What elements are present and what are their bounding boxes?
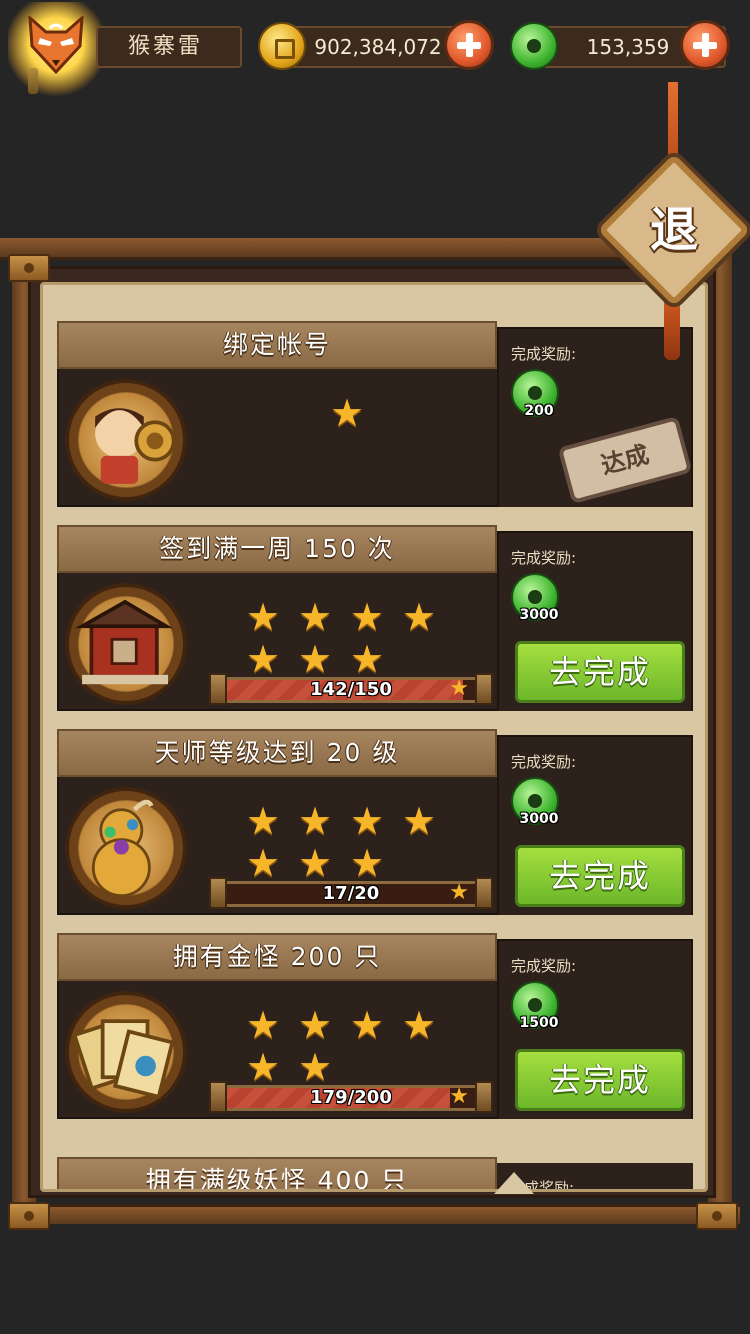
player-name: 猴寨雷 xyxy=(96,26,242,68)
star-icon: ★ xyxy=(245,1003,281,1047)
character-portrait-icon xyxy=(65,379,187,501)
reward-amount: 3000 xyxy=(519,607,559,623)
progress-bar: 179/200 ★ xyxy=(209,1081,493,1113)
gourd-icon xyxy=(65,787,187,909)
star-icon: ★ xyxy=(349,841,385,885)
star-icon: ★ xyxy=(245,841,281,885)
star-icon: ★ xyxy=(297,595,333,639)
beam-cap xyxy=(8,254,50,282)
star-icon: ★ xyxy=(349,637,385,681)
top-beam xyxy=(0,238,705,260)
progress-label: 179/200 xyxy=(310,1087,392,1108)
jade-icon xyxy=(510,22,558,70)
task-title: 拥有满级妖怪 400 只 xyxy=(57,1157,497,1189)
monster-cards-icon xyxy=(65,991,187,1113)
difficulty-stars: ★ ★ ★ ★★ ★ xyxy=(237,1005,457,1089)
star-icon: ★ xyxy=(297,841,333,885)
top-bar: 猴寨雷 902,384,072 153,359 xyxy=(0,0,750,100)
exit-tassel xyxy=(664,296,680,360)
task-card: 完成奖励: 3000 签到满一周 150 次 ★ ★ ★ ★★ ★ ★ 142/… xyxy=(57,525,693,711)
task-title: 拥有金怪 200 只 xyxy=(57,933,497,981)
reward-amount: 3000 xyxy=(519,811,559,827)
star-icon: ★ xyxy=(329,391,365,435)
star-icon: ★ xyxy=(349,595,385,639)
fox-mask-icon xyxy=(28,16,84,74)
task-list: 完成奖励: 200 绑定帐号 ★ 达成 完成奖励: 3000 签到满一周 150… xyxy=(57,321,697,1137)
task-card-partial: 拥有满级妖怪 400 只 完成奖励: xyxy=(57,1157,697,1189)
star-icon: ★ xyxy=(245,1045,281,1089)
task-title: 天师等级达到 20 级 xyxy=(57,729,497,777)
star-icon: ★ xyxy=(401,799,437,843)
progress-bar: 17/20 ★ xyxy=(209,877,493,909)
jade-counter: 153,359 xyxy=(510,18,740,74)
task-title: 签到满一周 150 次 xyxy=(57,525,497,573)
task-card: 完成奖励: 200 绑定帐号 ★ 达成 xyxy=(57,321,693,507)
beam-cap xyxy=(696,1202,738,1230)
star-icon: ★ xyxy=(245,595,281,639)
star-icon: ★ xyxy=(349,1003,385,1047)
star-icon: ★ xyxy=(401,595,437,639)
star-icon: ★ xyxy=(401,1003,437,1047)
add-coins-button[interactable] xyxy=(444,20,494,70)
temple-gate-icon xyxy=(65,583,187,705)
go-complete-button[interactable]: 去完成 xyxy=(515,845,685,907)
star-icon: ★ xyxy=(297,799,333,843)
bottom-beam xyxy=(20,1204,740,1224)
beam-cap xyxy=(8,1202,50,1230)
progress-star-icon: ★ xyxy=(449,1084,469,1109)
reward-label: 完成奖励: xyxy=(511,549,577,567)
progress-label: 142/150 xyxy=(310,679,392,700)
star-icon: ★ xyxy=(297,1045,333,1089)
star-icon: ★ xyxy=(245,799,281,843)
gold-coin-icon xyxy=(258,22,306,70)
player-avatar[interactable] xyxy=(8,2,104,98)
go-complete-button[interactable]: 去完成 xyxy=(515,641,685,703)
reward-label: 完成奖励: xyxy=(511,957,577,975)
star-icon: ★ xyxy=(245,637,281,681)
scroll-indicator-icon xyxy=(494,1172,534,1194)
exit-button-label[interactable]: 退 xyxy=(620,176,728,284)
task-card: 完成奖励: 3000 天师等级达到 20 级 ★ ★ ★ ★★ ★ ★ 17/2… xyxy=(57,729,693,915)
task-list-panel[interactable]: 完成奖励: 200 绑定帐号 ★ 达成 完成奖励: 3000 签到满一周 150… xyxy=(40,282,708,1192)
task-title: 绑定帐号 xyxy=(57,321,497,369)
task-card: 完成奖励: 1500 拥有金怪 200 只 ★ ★ ★ ★★ ★ 179/200… xyxy=(57,933,693,1119)
reward-label: 完成奖励: xyxy=(511,753,577,771)
star-icon: ★ xyxy=(297,1003,333,1047)
avatar-tassel xyxy=(28,68,38,94)
difficulty-stars: ★ xyxy=(321,393,541,435)
progress-star-icon: ★ xyxy=(449,880,469,905)
add-jade-button[interactable] xyxy=(680,20,730,70)
reward-amount: 1500 xyxy=(519,1015,559,1031)
progress-bar: 142/150 ★ xyxy=(209,673,493,705)
star-icon: ★ xyxy=(297,637,333,681)
progress-star-icon: ★ xyxy=(449,676,469,701)
difficulty-stars: ★ ★ ★ ★★ ★ ★ xyxy=(237,801,457,885)
coin-counter: 902,384,072 xyxy=(258,18,494,74)
difficulty-stars: ★ ★ ★ ★★ ★ ★ xyxy=(237,597,457,681)
star-icon: ★ xyxy=(349,799,385,843)
go-complete-button[interactable]: 去完成 xyxy=(515,1049,685,1111)
reward-label: 完成奖励: xyxy=(511,345,577,363)
progress-label: 17/20 xyxy=(322,883,380,904)
